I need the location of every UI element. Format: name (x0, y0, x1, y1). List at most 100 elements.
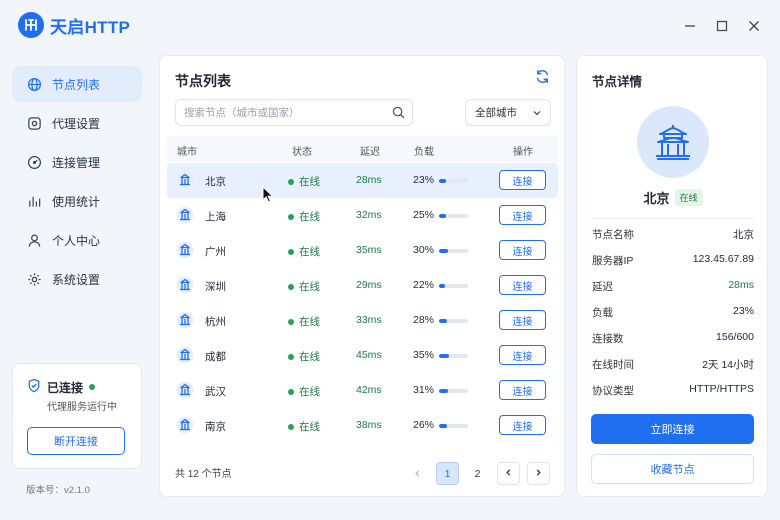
app-title: 天启HTTP (50, 17, 131, 37)
connect-button[interactable]: 连接 (499, 310, 546, 330)
connect-button[interactable]: 连接 (499, 275, 546, 295)
connection-status-card: 已连接 代理服务运行中 断开连接 (12, 363, 142, 469)
column-load: 负载 (414, 147, 434, 158)
city-name: 武汉 (205, 386, 226, 398)
online-dot (288, 318, 294, 325)
skyline-icon (176, 241, 194, 259)
table-row[interactable]: 成都 在线 45ms 35% 连接 (167, 338, 558, 373)
status-cell: 在线 (288, 244, 320, 259)
table-header: 城市 状态 延迟 负载 操作 (167, 136, 558, 162)
close-icon[interactable] (744, 16, 764, 36)
proxy-icon (26, 115, 42, 131)
latency-value: 45ms (356, 349, 382, 361)
sidebar-item-node-list[interactable]: 节点列表 (12, 66, 142, 102)
city-name: 杭州 (205, 316, 226, 328)
status-badge: 在线 (674, 189, 703, 206)
sidebar-item-connection-management[interactable]: 连接管理 (12, 144, 142, 180)
connect-button[interactable]: 连接 (499, 240, 546, 260)
table-row[interactable]: 深圳 在线 29ms 22% 连接 (167, 268, 558, 303)
detail-field-label: 连接数 (592, 333, 624, 345)
table-row[interactable]: 杭州 在线 33ms 28% 连接 (167, 303, 558, 338)
favorite-node-button[interactable]: 收藏节点 (591, 454, 754, 484)
skyline-icon (176, 206, 194, 224)
connect-button[interactable]: 连接 (499, 170, 546, 190)
load-bar-fill (439, 319, 448, 323)
connect-button[interactable]: 连接 (499, 205, 546, 225)
search-box (175, 99, 413, 126)
table-row[interactable]: 上海 在线 32ms 25% 连接 (167, 198, 558, 233)
status-text: 在线 (299, 246, 320, 258)
sidebar-item-usage-stats[interactable]: 使用统计 (12, 183, 142, 219)
load-bar (439, 319, 468, 323)
column-status: 状态 (292, 147, 312, 158)
connection-status: 已连接 (27, 378, 96, 396)
node-detail-panel: 节点详情 北京 在线 节点名称 北京 服务器IP 123.45.67.89 延迟 28ms… (576, 55, 768, 497)
prev-page-button[interactable] (497, 462, 520, 485)
detail-node-name: 北京 在线 (577, 188, 769, 207)
detail-field-label: 在线时间 (592, 359, 634, 371)
load-bar-fill (439, 354, 450, 358)
sidebar-item-label: 使用统计 (52, 194, 101, 209)
column-city: 城市 (177, 147, 197, 158)
status-text: 在线 (299, 176, 320, 188)
chevron-left-icon (504, 468, 513, 480)
pagoda-icon (176, 311, 194, 329)
column-latency: 延迟 (360, 147, 380, 158)
detail-city: 北京 (643, 191, 670, 206)
detail-field-value: HTTP/HTTPS (689, 383, 754, 395)
load-bar (439, 249, 468, 253)
table-row[interactable]: 北京 在线 28ms 23% 连接 (167, 163, 558, 198)
next-page-button[interactable] (527, 462, 550, 485)
status-text: 在线 (299, 211, 320, 223)
city-name: 北京 (205, 176, 226, 188)
sidebar-nav: 节点列表 代理设置 连接管理 使用统计 个人中心 系统设置 (12, 66, 142, 300)
page-2-button[interactable]: 2 (466, 462, 489, 485)
disconnect-button[interactable]: 断开连接 (27, 427, 125, 455)
load-value: 23% (413, 174, 435, 186)
table-row[interactable]: 武汉 在线 42ms 31% 连接 (167, 373, 558, 408)
detail-field-label: 协议类型 (592, 385, 634, 397)
page-1-button[interactable]: 1 (436, 462, 459, 485)
city-filter-select[interactable]: 全部城市 (465, 99, 551, 126)
detail-field-value: 23% (732, 305, 754, 317)
latency-value: 35ms (356, 244, 382, 256)
status-cell: 在线 (288, 384, 320, 399)
detail-field: 在线时间 2天 14小时 (592, 357, 754, 372)
minimize-icon[interactable] (680, 16, 700, 36)
search-input[interactable] (184, 100, 384, 125)
connect-now-button[interactable]: 立即连接 (591, 414, 754, 444)
detail-field: 节点名称 北京 (592, 227, 754, 242)
maximize-icon[interactable] (712, 16, 732, 36)
sidebar-item-profile[interactable]: 个人中心 (12, 222, 142, 258)
refresh-icon[interactable] (535, 69, 551, 85)
connect-button[interactable]: 连接 (499, 345, 546, 365)
prev-page-disabled-button[interactable] (406, 462, 429, 485)
load-value: 28% (413, 314, 435, 326)
node-list-panel: 节点列表 全部城市 城市 状态 延迟 负载 操作 北京在线28ms23%连接上海… (159, 55, 565, 497)
table-row[interactable]: 广州 在线 35ms 30% 连接 (167, 233, 558, 268)
sidebar-item-proxy-settings[interactable]: 代理设置 (12, 105, 142, 141)
latency-value: 29ms (356, 279, 382, 291)
status-text: 在线 (299, 386, 320, 398)
load-bar (439, 214, 468, 218)
gate-icon (176, 346, 194, 364)
online-dot (288, 213, 294, 220)
online-dot (288, 388, 294, 395)
search-icon[interactable] (392, 106, 405, 124)
connect-button[interactable]: 连接 (499, 380, 546, 400)
online-dot (89, 384, 96, 390)
table-row[interactable]: 南京 在线 38ms 26% 连接 (167, 408, 558, 443)
load-value: 30% (413, 244, 435, 256)
user-icon (26, 232, 42, 248)
load-bar-fill (439, 179, 446, 183)
sidebar-item-system-settings[interactable]: 系统设置 (12, 261, 142, 297)
status-text: 在线 (299, 351, 320, 363)
connect-button[interactable]: 连接 (499, 415, 546, 435)
load-value: 35% (413, 349, 435, 361)
sidebar-item-label: 代理设置 (52, 116, 101, 131)
city-name: 南京 (205, 421, 226, 433)
detail-field: 负载 23% (592, 305, 754, 320)
node-table-body: 北京 在线 28ms 23% 连接 上海 在线 32ms 25% 连接 广州 在线 35ms 30% 连接深… (167, 163, 558, 443)
city-name: 成都 (205, 351, 226, 363)
node-total-count: 共 12 个节点 (175, 469, 232, 480)
